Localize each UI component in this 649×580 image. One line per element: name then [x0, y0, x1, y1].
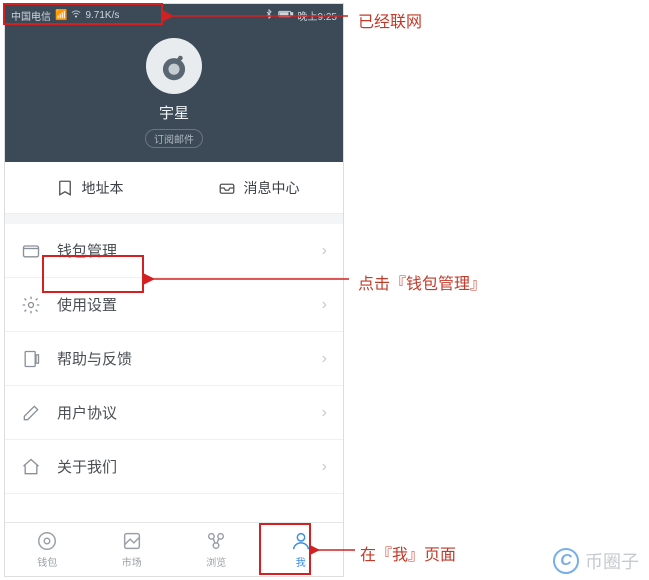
menu-wallet-manage[interactable]: 钱包管理 › [5, 224, 343, 278]
watermark: C 币圈子 [553, 548, 639, 574]
gear-icon [21, 295, 41, 315]
status-time: 晚上9:25 [298, 8, 337, 23]
document-icon [21, 349, 41, 369]
inbox-icon [218, 179, 236, 197]
bookmark-icon [56, 179, 74, 197]
nav-label: 钱包 [37, 554, 57, 569]
menu-label: 用户协议 [57, 402, 322, 423]
chevron-right-icon: › [322, 458, 327, 476]
profile-header: 宇星 订阅邮件 [5, 26, 343, 162]
chevron-right-icon: › [322, 242, 327, 260]
battery-icon [278, 9, 294, 22]
phone-screen: 中国电信 📶 9.71K/s 晚上9:25 宇 [4, 3, 344, 577]
menu-label: 使用设置 [57, 294, 322, 315]
menu-user-agreement[interactable]: 用户协议 › [5, 386, 343, 440]
annotation-text-me-page: 在『我』页面 [360, 541, 456, 565]
menu-label: 钱包管理 [57, 240, 322, 261]
bottom-nav: 钱包 市场 浏览 我 [5, 522, 343, 576]
status-left: 中国电信 📶 9.71K/s [11, 8, 119, 23]
menu-help-feedback[interactable]: 帮助与反馈 › [5, 332, 343, 386]
market-nav-icon [121, 530, 143, 552]
user-nav-icon [290, 530, 312, 552]
annotation-text-wallet-click: 点击『钱包管理』 [358, 270, 486, 294]
menu-label: 关于我们 [57, 456, 322, 477]
watermark-logo-icon: C [553, 548, 579, 574]
subscribe-mail-button[interactable]: 订阅邮件 [145, 129, 203, 148]
address-book-button[interactable]: 地址本 [5, 162, 174, 213]
menu-settings[interactable]: 使用设置 › [5, 278, 343, 332]
menu-label: 帮助与反馈 [57, 348, 322, 369]
nav-label: 我 [296, 554, 306, 569]
browse-nav-icon [205, 530, 227, 552]
home-icon [21, 457, 41, 477]
chevron-right-icon: › [322, 404, 327, 422]
nav-me[interactable]: 我 [259, 523, 344, 576]
carrier-label: 中国电信 [11, 8, 51, 23]
avatar-image-icon [155, 47, 193, 85]
wallet-icon [21, 241, 41, 261]
quick-links-row: 地址本 消息中心 [5, 162, 343, 214]
section-divider [5, 214, 343, 224]
net-speed: 9.71K/s [85, 10, 119, 21]
nav-label: 市场 [122, 554, 142, 569]
message-center-label: 消息中心 [244, 178, 300, 198]
chevron-right-icon: › [322, 350, 327, 368]
watermark-text: 币圈子 [585, 548, 639, 574]
annotation-text-network: 已经联网 [358, 8, 422, 32]
nav-browse[interactable]: 浏览 [174, 523, 259, 576]
message-center-button[interactable]: 消息中心 [174, 162, 343, 213]
menu-about-us[interactable]: 关于我们 › [5, 440, 343, 494]
signal-icon: 📶 [55, 10, 67, 21]
avatar[interactable] [146, 38, 202, 94]
wifi-icon [71, 9, 81, 22]
settings-menu-list: 钱包管理 › 使用设置 › 帮助与反馈 › 用户协议 › [5, 224, 343, 494]
wallet-nav-icon [36, 530, 58, 552]
nav-label: 浏览 [206, 554, 226, 569]
edit-icon [21, 403, 41, 423]
username-label: 宇星 [159, 102, 189, 123]
address-book-label: 地址本 [82, 178, 124, 198]
chevron-right-icon: › [322, 296, 327, 314]
nav-market[interactable]: 市场 [90, 523, 175, 576]
nav-wallet[interactable]: 钱包 [5, 523, 90, 576]
status-bar: 中国电信 📶 9.71K/s 晚上9:25 [5, 4, 343, 26]
bluetooth-icon [264, 9, 274, 22]
status-right: 晚上9:25 [264, 8, 337, 23]
